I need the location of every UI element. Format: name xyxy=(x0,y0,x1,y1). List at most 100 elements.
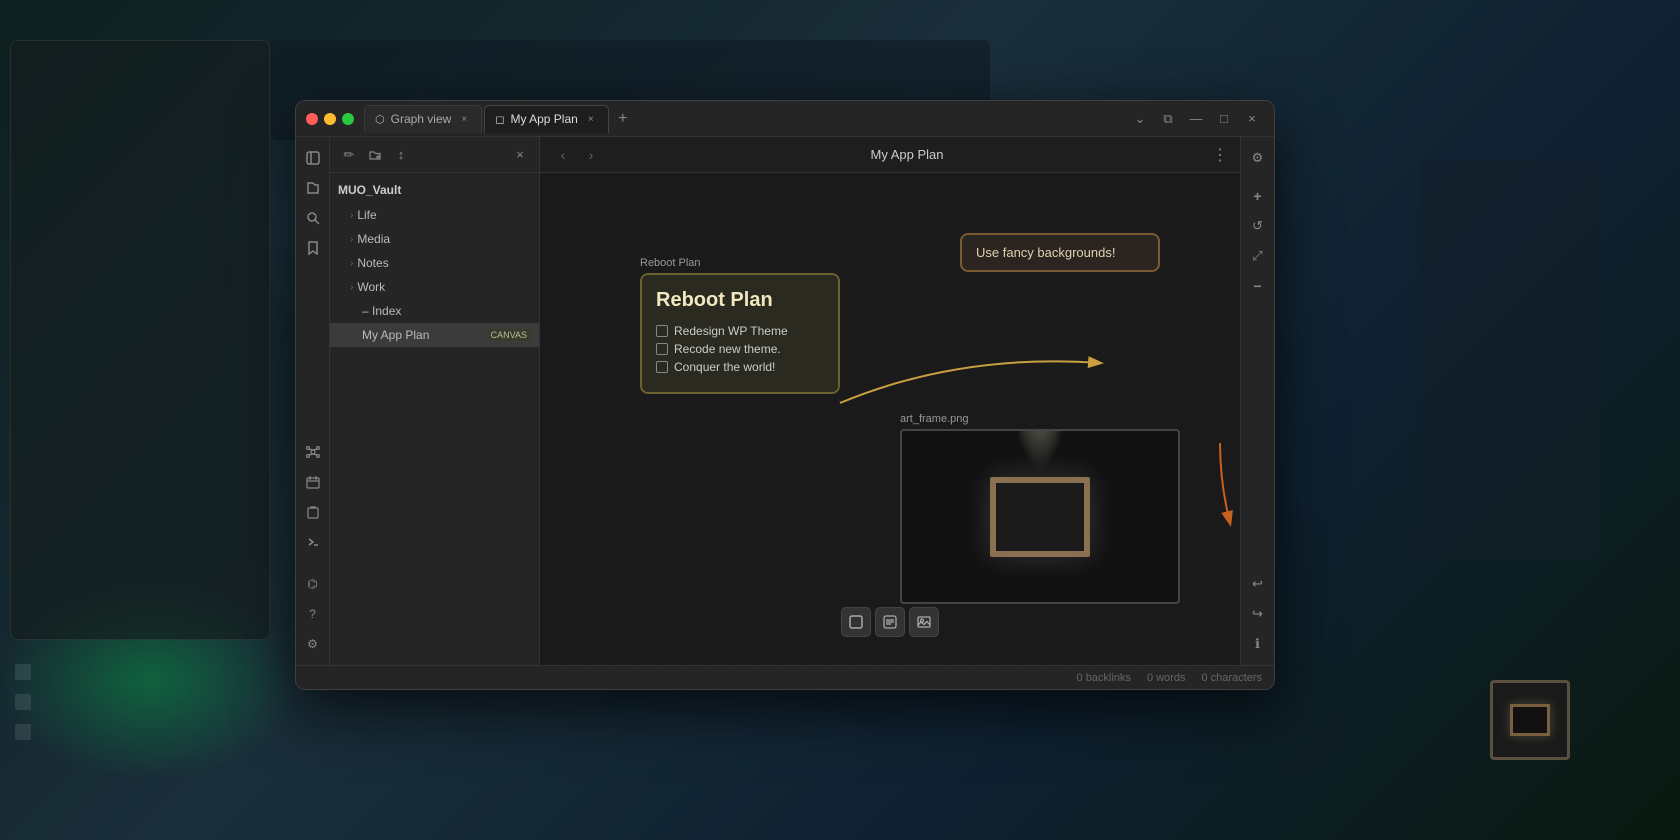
minimize-button[interactable] xyxy=(324,113,336,125)
chevron-down-btn[interactable]: ⌄ xyxy=(1128,107,1152,131)
sidebar-close-btn[interactable]: × xyxy=(509,144,531,166)
life-label: Life xyxy=(357,208,531,222)
reboot-plan-card[interactable]: Reboot Plan Redesign WP Theme Recode new… xyxy=(640,273,840,394)
canvas-add-media-btn[interactable] xyxy=(909,607,939,637)
canvas-redo-btn[interactable]: ↪ xyxy=(1245,601,1271,627)
main-content-area: ‹ › My App Plan ⋮ xyxy=(540,137,1240,665)
vault-name: MUO_Vault xyxy=(330,179,539,203)
checkbox-item-3[interactable]: Conquer the world! xyxy=(656,360,824,374)
tab-my-app-plan-label: My App Plan xyxy=(510,112,577,126)
work-label: Work xyxy=(357,280,531,294)
words-count: 0 words xyxy=(1147,672,1186,684)
maximize-button[interactable] xyxy=(342,113,354,125)
sidebar-item-life[interactable]: › Life xyxy=(330,203,539,227)
checkbox-item-2[interactable]: Recode new theme. xyxy=(656,342,824,356)
checkbox-3[interactable] xyxy=(656,361,668,373)
window-controls xyxy=(306,113,354,125)
sidebar: ✏ ↕ × MUO_Vault › Life › xyxy=(330,137,540,665)
index-label: – Index xyxy=(362,304,531,318)
fancy-backgrounds-card[interactable]: Use fancy backgrounds! xyxy=(960,233,1160,272)
checkbox-label-3: Conquer the world! xyxy=(674,360,775,374)
bg-thumbnail-inner xyxy=(1510,704,1550,736)
tab-add-button[interactable]: + xyxy=(611,107,635,131)
checkbox-label-2: Recode new theme. xyxy=(674,342,781,356)
ribbon-calendar-btn[interactable] xyxy=(300,469,326,495)
ribbon-vault-btn[interactable]: ⌬ xyxy=(300,571,326,597)
status-bar: 0 backlinks 0 words 0 characters xyxy=(296,665,1274,689)
graph-view-icon: ⬡ xyxy=(375,113,385,126)
ribbon-sidebar-toggle[interactable] xyxy=(300,145,326,171)
canvas-info-btn[interactable]: ℹ xyxy=(1245,631,1271,657)
ribbon-files-btn[interactable] xyxy=(300,175,326,201)
art-frame-label: art_frame.png xyxy=(900,413,1180,425)
bg-icon-3 xyxy=(15,724,31,740)
tab-my-app-plan-close[interactable]: × xyxy=(584,112,598,126)
reboot-plan-label: Reboot Plan xyxy=(640,257,701,269)
canvas-add-note-btn[interactable] xyxy=(875,607,905,637)
checkbox-2[interactable] xyxy=(656,343,668,355)
art-frame-card[interactable]: art_frame.png xyxy=(900,413,1180,604)
nav-forward-btn[interactable]: › xyxy=(580,144,602,166)
bg-thumbnail xyxy=(1490,680,1570,760)
ribbon-bookmark-btn[interactable] xyxy=(300,235,326,261)
canvas-settings-btn[interactable]: ⚙ xyxy=(1245,145,1271,171)
my-app-plan-label: My App Plan xyxy=(362,328,483,342)
ribbon-settings-btn[interactable]: ⚙ xyxy=(300,631,326,657)
canvas-add-card-btn[interactable] xyxy=(841,607,871,637)
reboot-plan-title: Reboot Plan xyxy=(656,289,824,312)
ribbon-search-btn[interactable] xyxy=(300,205,326,231)
notes-label: Notes xyxy=(357,256,531,270)
checkbox-label-1: Redesign WP Theme xyxy=(674,324,788,338)
tabs-area: ⬡ Graph view × ◻ My App Plan × + xyxy=(364,105,1128,133)
bg-window-right xyxy=(1420,160,1600,560)
canvas-badge: CANVAS xyxy=(487,329,531,341)
fancy-backgrounds-text: Use fancy backgrounds! xyxy=(976,245,1144,260)
content-title: My App Plan xyxy=(608,147,1206,162)
ribbon-clipboard-btn[interactable] xyxy=(300,499,326,525)
tab-my-app-plan[interactable]: ◻ My App Plan × xyxy=(484,105,609,133)
content-toolbar: ‹ › My App Plan ⋮ xyxy=(540,137,1240,173)
life-arrow: › xyxy=(350,210,353,221)
title-bar: ⬡ Graph view × ◻ My App Plan × + ⌄ ⧉ — □… xyxy=(296,101,1274,137)
ribbon-terminal-btn[interactable] xyxy=(300,529,326,555)
checkbox-item-1[interactable]: Redesign WP Theme xyxy=(656,324,824,338)
canvas-fit-btn[interactable]: ⤢ xyxy=(1245,243,1271,269)
bg-window-left xyxy=(10,40,270,640)
canvas-zoom-in-btn[interactable]: + xyxy=(1245,183,1271,209)
new-note-btn[interactable]: ✏ xyxy=(338,144,360,166)
tab-graph-view-close[interactable]: × xyxy=(457,112,471,126)
sidebar-item-notes[interactable]: › Notes xyxy=(330,251,539,275)
window-maximize-btn[interactable]: □ xyxy=(1212,107,1236,131)
tab-graph-view[interactable]: ⬡ Graph view × xyxy=(364,105,482,133)
sidebar-item-media[interactable]: › Media xyxy=(330,227,539,251)
ribbon-graph-btn[interactable] xyxy=(300,439,326,465)
bg-icons xyxy=(15,664,31,740)
canvas-refresh-btn[interactable]: ↺ xyxy=(1245,213,1271,239)
notes-arrow: › xyxy=(350,258,353,269)
ribbon-help-btn[interactable]: ? xyxy=(300,601,326,627)
my-app-plan-icon: ◻ xyxy=(495,113,504,126)
new-folder-btn[interactable] xyxy=(364,144,386,166)
canvas-bottom-toolbar xyxy=(841,607,939,637)
canvas-area[interactable]: Reboot Plan Reboot Plan Redesign WP Them… xyxy=(540,173,1240,665)
media-arrow: › xyxy=(350,234,353,245)
canvas-undo-btn[interactable]: ↩ xyxy=(1245,571,1271,597)
nav-back-btn[interactable]: ‹ xyxy=(552,144,574,166)
content-more-btn[interactable]: ⋮ xyxy=(1212,145,1228,165)
sidebar-item-index[interactable]: – Index xyxy=(330,299,539,323)
window-body: ⌬ ? ⚙ ✏ ↕ × MUO_Vault xyxy=(296,137,1274,665)
work-arrow: › xyxy=(350,282,353,293)
close-button[interactable] xyxy=(306,113,318,125)
sort-btn[interactable]: ↕ xyxy=(390,144,412,166)
split-view-btn[interactable]: ⧉ xyxy=(1156,107,1180,131)
window-close-btn[interactable]: × xyxy=(1240,107,1264,131)
sidebar-item-work[interactable]: › Work xyxy=(330,275,539,299)
bg-icon-1 xyxy=(15,664,31,680)
backlinks-count: 0 backlinks xyxy=(1077,672,1131,684)
window-minimize-btn[interactable]: — xyxy=(1184,107,1208,131)
checkbox-1[interactable] xyxy=(656,325,668,337)
sidebar-toolbar: ✏ ↕ × xyxy=(330,137,539,173)
sidebar-item-my-app-plan[interactable]: My App Plan CANVAS xyxy=(330,323,539,347)
canvas-zoom-out-btn[interactable]: − xyxy=(1245,273,1271,299)
tab-graph-view-label: Graph view xyxy=(391,112,452,126)
